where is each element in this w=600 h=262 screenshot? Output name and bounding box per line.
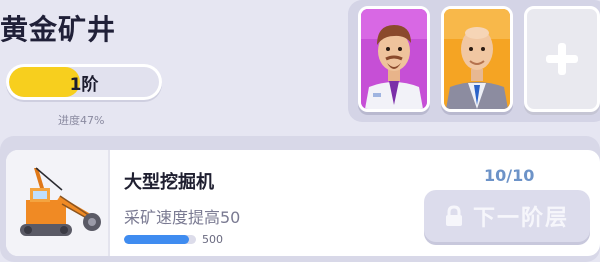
- add-manager-button[interactable]: [524, 6, 600, 112]
- excavator-icon: [20, 167, 101, 236]
- excavator-thumbnail: [6, 150, 110, 256]
- lock-icon: [445, 205, 462, 226]
- next-tier-button[interactable]: 下一阶层: [424, 190, 590, 242]
- cost-progress-bar: [124, 235, 196, 244]
- progress-text: 进度47%: [58, 114, 105, 127]
- tier-label: 1阶: [69, 74, 99, 95]
- manager-avatar-2: [444, 9, 510, 109]
- upgrade-item-name: 大型挖掘机: [124, 172, 214, 193]
- manager-avatar-1: [361, 9, 427, 109]
- plus-icon: [546, 43, 578, 75]
- mine-title: 黄金矿井: [0, 13, 117, 46]
- upgrade-count: 10/10: [484, 166, 535, 185]
- manager-card-2[interactable]: [441, 6, 513, 112]
- tier-progress-bar: 1阶: [6, 64, 162, 100]
- cost-progress-fill: [124, 235, 189, 244]
- upgrade-cost: 500: [202, 233, 223, 246]
- manager-card-1[interactable]: [358, 6, 430, 112]
- next-tier-label: 下一阶层: [472, 206, 569, 231]
- upgrade-item-description: 采矿速度提高50: [124, 208, 241, 227]
